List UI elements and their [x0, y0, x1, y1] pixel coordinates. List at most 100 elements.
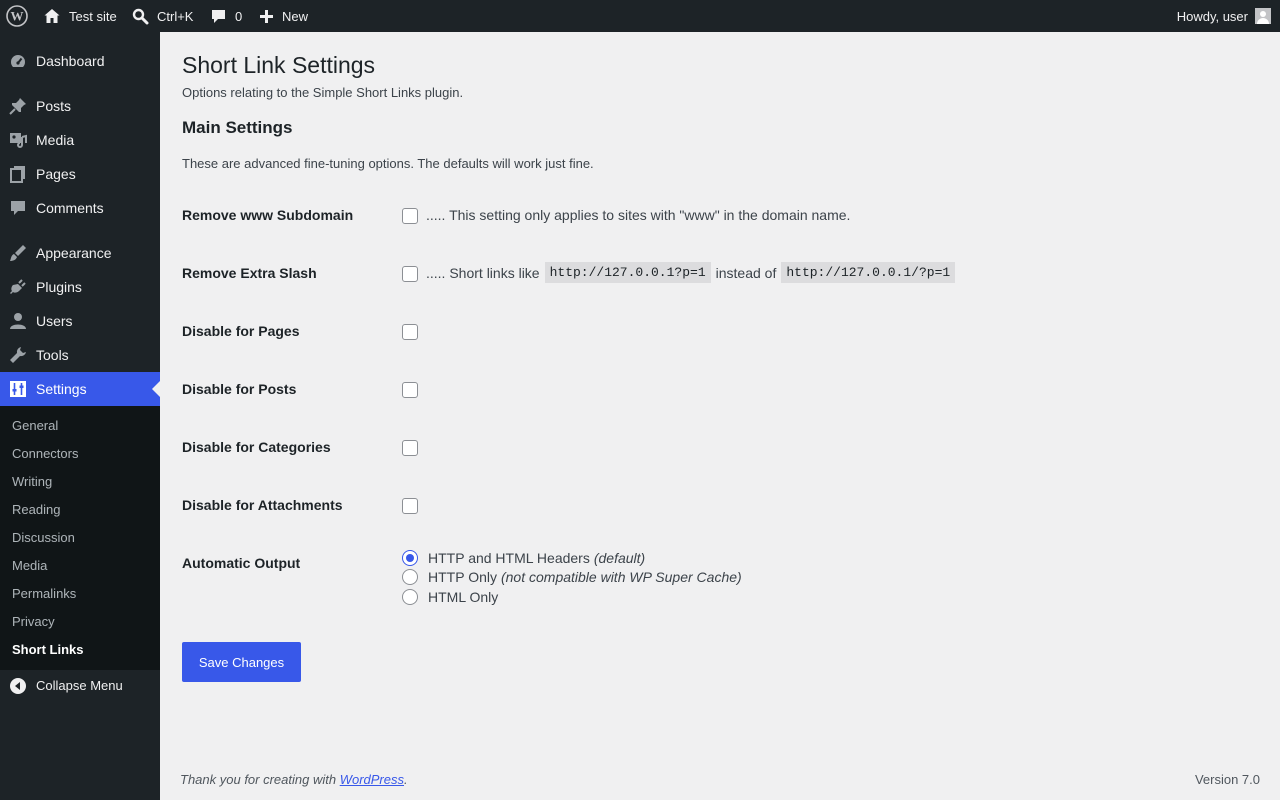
howdy-label: Howdy, user [1176, 8, 1248, 24]
sidebar-item-settings[interactable]: Settings [0, 372, 160, 406]
avatar [1255, 8, 1271, 24]
disable-attachments-label: Disable for Attachments [182, 497, 343, 513]
option-label: HTTP Only [428, 569, 497, 585]
plug-icon [9, 278, 27, 296]
sidebar-item-plugins[interactable]: Plugins [0, 270, 160, 304]
sidebar-item-pages[interactable]: Pages [0, 157, 160, 191]
comments-count: 0 [235, 8, 243, 24]
sidebar-item-label: Dashboard [36, 53, 105, 69]
section-description: These are advanced fine-tuning options. … [182, 156, 594, 171]
remove-www-label: Remove www Subdomain [182, 207, 354, 223]
example-url-with-slash: http://127.0.0.1/?p=1 [781, 262, 956, 283]
remove-slash-description: ..... Short links like http://127.0.0.1?… [426, 262, 960, 283]
settings-submenu: General Connectors Writing Reading Discu… [0, 406, 160, 670]
collapse-menu-button[interactable]: Collapse Menu [0, 674, 160, 698]
comments-link[interactable]: 0 [210, 0, 242, 32]
new-label: New [282, 8, 309, 24]
comment-icon [9, 199, 27, 217]
search-shortcut[interactable]: Ctrl+K [132, 0, 193, 32]
site-name-link[interactable]: Test site [43, 0, 117, 32]
page-title: Short Link Settings [182, 52, 376, 78]
submenu-item-privacy[interactable]: Privacy [12, 614, 55, 629]
remove-www-checkbox[interactable] [402, 208, 418, 224]
disable-pages-label: Disable for Pages [182, 323, 300, 339]
submenu-item-reading[interactable]: Reading [12, 502, 60, 517]
home-icon [43, 7, 69, 25]
disable-pages-checkbox[interactable] [402, 324, 418, 340]
submenu-item-discussion[interactable]: Discussion [12, 530, 75, 545]
sidebar-item-tools[interactable]: Tools [0, 338, 160, 372]
submenu-item-permalinks[interactable]: Permalinks [12, 586, 76, 601]
remove-slash-checkbox[interactable] [402, 266, 418, 282]
sidebar-item-posts[interactable]: Posts [0, 89, 160, 123]
comment-icon [210, 8, 235, 25]
sidebar-item-label: Plugins [36, 279, 82, 295]
search-icon [132, 8, 157, 25]
output-option-http-only[interactable]: HTTP Only (not compatible with WP Super … [402, 569, 742, 585]
remove-www-description: ..... This setting only applies to sites… [426, 207, 851, 223]
sidebar-item-label: Pages [36, 166, 76, 182]
sidebar-item-label: Comments [36, 200, 104, 216]
option-label: HTML Only [428, 589, 499, 605]
svg-text:W: W [11, 9, 24, 24]
output-option-http-html[interactable]: HTTP and HTML Headers (default) [402, 550, 645, 566]
sliders-icon [9, 380, 27, 398]
submenu-item-connectors[interactable]: Connectors [12, 446, 78, 461]
remove-slash-desc-middle: instead of [715, 264, 777, 281]
automatic-output-label: Automatic Output [182, 555, 301, 571]
save-changes-button[interactable]: Save Changes [182, 642, 301, 682]
disable-categories-checkbox[interactable] [402, 440, 418, 456]
option-note: (not compatible with WP Super Cache) [500, 569, 742, 585]
sidebar-item-label: Tools [36, 347, 69, 363]
sidebar-item-label: Users [36, 313, 73, 329]
wrench-icon [9, 346, 27, 364]
admin-sidebar: Dashboard Posts Media Pages Comments App… [0, 32, 160, 800]
submenu-item-writing[interactable]: Writing [12, 474, 52, 489]
new-content-link[interactable]: New [259, 0, 308, 32]
site-name-label: Test site [69, 8, 117, 24]
remove-slash-desc-prefix: ..... Short links like [426, 264, 540, 281]
footer-thanks-suffix: . [404, 772, 408, 787]
pages-icon [9, 165, 27, 183]
option-label: HTTP and HTML Headers [428, 550, 590, 566]
example-url-no-slash: http://127.0.0.1?p=1 [544, 262, 711, 283]
admin-bar: W Test site Ctrl+K 0 New Howdy, user [0, 0, 1280, 32]
plus-icon [259, 9, 282, 24]
section-title: Main Settings [182, 118, 293, 137]
sidebar-item-appearance[interactable]: Appearance [0, 236, 160, 270]
footer-thanks: Thank you for creating with WordPress. [180, 772, 408, 787]
collapse-arrow-icon [10, 678, 26, 694]
wordpress-link[interactable]: WordPress [340, 772, 404, 787]
account-menu[interactable]: Howdy, user [1177, 0, 1271, 32]
disable-posts-checkbox[interactable] [402, 382, 418, 398]
sidebar-item-comments[interactable]: Comments [0, 191, 160, 225]
option-note: (default) [593, 550, 646, 566]
search-shortcut-label: Ctrl+K [157, 8, 194, 24]
radio-http-html[interactable] [402, 550, 418, 566]
radio-html-only[interactable] [402, 589, 418, 605]
sidebar-item-dashboard[interactable]: Dashboard [0, 44, 160, 78]
submenu-item-short-links[interactable]: Short Links [12, 642, 84, 657]
sidebar-item-media[interactable]: Media [0, 123, 160, 157]
remove-slash-label: Remove Extra Slash [182, 265, 317, 281]
wordpress-logo-icon[interactable]: W [6, 0, 28, 32]
disable-attachments-checkbox[interactable] [402, 498, 418, 514]
disable-categories-label: Disable for Categories [182, 439, 331, 455]
brush-icon [9, 244, 27, 262]
user-icon [9, 312, 27, 330]
submenu-item-media[interactable]: Media [12, 558, 47, 573]
disable-posts-label: Disable for Posts [182, 381, 297, 397]
submenu-item-general[interactable]: General [12, 418, 58, 433]
footer-thanks-prefix: Thank you for creating with [180, 772, 337, 787]
main-content: Short Link Settings Options relating to … [160, 32, 1280, 800]
output-option-html-only[interactable]: HTML Only [402, 589, 498, 605]
radio-http-only[interactable] [402, 569, 418, 585]
dashboard-icon [9, 52, 27, 70]
media-icon [9, 131, 27, 149]
sidebar-item-label: Appearance [36, 245, 112, 261]
collapse-menu-label: Collapse Menu [36, 678, 123, 693]
footer-version: Version 7.0 [1194, 772, 1260, 787]
sidebar-item-label: Settings [36, 381, 87, 397]
sidebar-item-users[interactable]: Users [0, 304, 160, 338]
pin-icon [9, 97, 27, 115]
